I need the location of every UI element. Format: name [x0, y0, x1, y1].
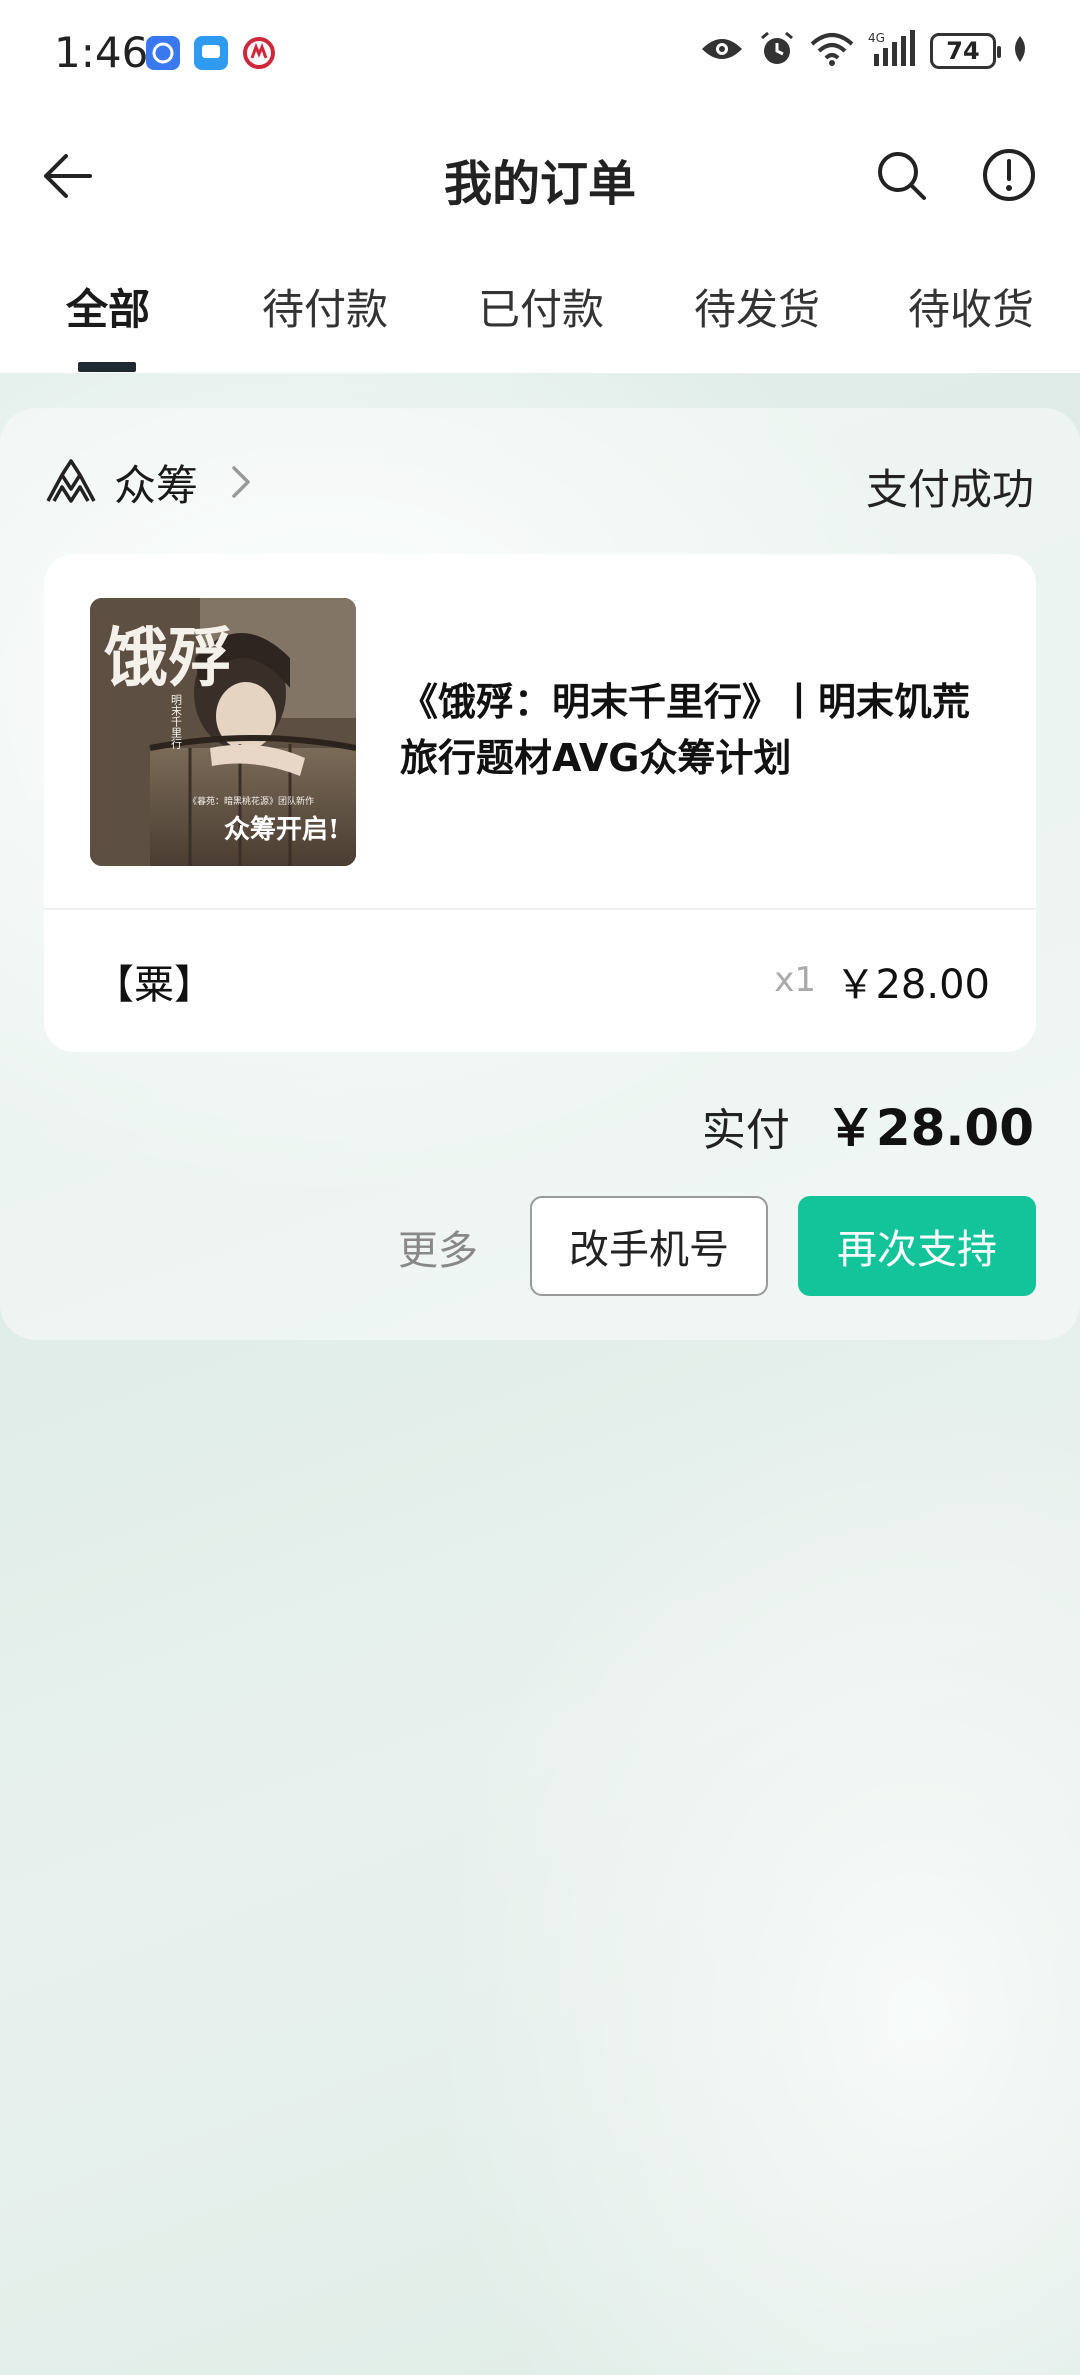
info-icon[interactable]	[980, 146, 1038, 204]
cover-subtitle: 明末千里行	[170, 694, 183, 750]
status-bar: 1:46 4G 74	[0, 0, 1080, 108]
eye-icon	[700, 34, 744, 68]
blue-app-icon	[146, 36, 180, 70]
tab-all[interactable]: 全部	[66, 276, 150, 337]
product-title[interactable]: 《饿殍：明末千里行》丨明末饥荒旅行题材AVG众筹计划	[400, 674, 1000, 786]
product-quantity: x1	[774, 960, 816, 1000]
message-app-icon	[194, 36, 228, 70]
more-button[interactable]: 更多	[398, 1218, 478, 1276]
support-again-button[interactable]: 再次支持	[798, 1196, 1036, 1296]
paid-label: 实付	[701, 1105, 790, 1156]
tab-pending-shipment[interactable]: 待发货	[694, 276, 820, 337]
paid-amount: ￥28.00	[825, 1099, 1034, 1157]
product-thumbnail: 饿殍 明末千里行 《暮苑：暗黑桃花源》团队新作 众筹开启!	[90, 598, 356, 866]
cover-credit: 《暮苑：暗黑桃花源》团队新作	[188, 795, 314, 807]
alarm-icon	[758, 30, 796, 72]
crowdfunding-logo-icon	[44, 455, 98, 509]
shop-name: 众筹	[114, 460, 199, 510]
battery-level: 74	[946, 37, 980, 65]
nav-bar: 我的订单	[0, 120, 1080, 230]
network-label: 4G	[868, 31, 885, 45]
signal-icon: 4G	[868, 30, 916, 72]
metro-app-icon	[242, 36, 276, 70]
status-time: 1:46	[54, 28, 149, 77]
change-phone-button[interactable]: 改手机号	[530, 1196, 768, 1296]
tab-pending-payment[interactable]: 待付款	[262, 276, 388, 337]
leaf-icon	[1010, 34, 1030, 68]
cover-banner: 众筹开启!	[224, 814, 339, 845]
search-icon[interactable]	[874, 148, 930, 204]
wifi-icon	[810, 32, 854, 70]
tab-paid[interactable]: 已付款	[478, 276, 604, 337]
chevron-right-icon	[228, 462, 254, 502]
paid-total: 实付 ￥28.00	[702, 1088, 1034, 1160]
order-tabs: 全部 待付款 已付款 待发货 待收货	[0, 270, 1080, 373]
item-divider	[44, 908, 1036, 910]
cover-title: 饿殍	[104, 621, 232, 696]
order-card[interactable]: 众筹 支付成功 饿殍 明末千里行 《暮苑：暗黑桃花源》团队新作 众筹开启! 《饿…	[0, 408, 1080, 1340]
order-item[interactable]: 饿殍 明末千里行 《暮苑：暗黑桃花源》团队新作 众筹开启! 《饿殍：明末千里行》…	[44, 554, 1036, 1052]
order-status: 支付成功	[865, 465, 1034, 514]
product-price: ￥28.00	[835, 962, 990, 1008]
product-sku: 【粟】	[94, 962, 214, 1008]
battery-icon: 74	[930, 33, 1001, 69]
tab-indicator	[78, 362, 136, 372]
shop-link[interactable]: 众筹	[44, 452, 254, 512]
tab-pending-receipt[interactable]: 待收货	[908, 276, 1034, 337]
